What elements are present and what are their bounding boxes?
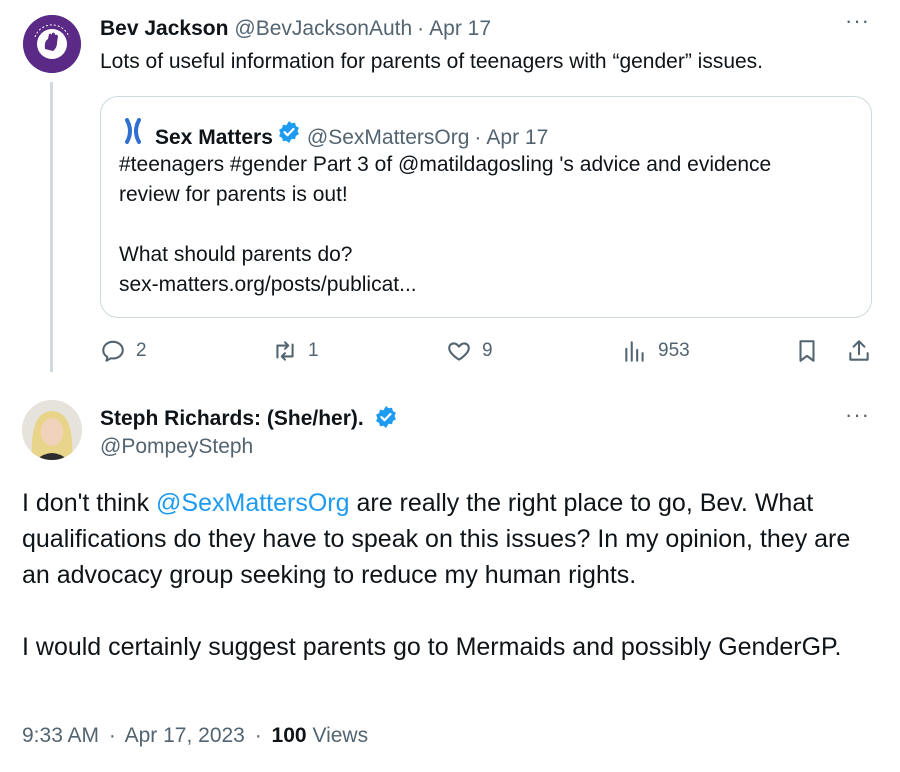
handle[interactable]: @PompeySteph xyxy=(100,435,253,459)
separator: · xyxy=(474,126,482,149)
tweet-date[interactable]: Apr 17, 2023 xyxy=(125,724,245,747)
reply-count: 2 xyxy=(136,340,147,361)
share-icon xyxy=(849,340,869,361)
analytics-icon xyxy=(625,341,644,362)
share-button[interactable] xyxy=(846,338,882,364)
bookmark-button[interactable] xyxy=(794,338,830,364)
tweet-date[interactable]: Apr 17 xyxy=(429,17,491,41)
handle: @SexMattersOrg xyxy=(306,126,470,149)
views-button[interactable]: 953 xyxy=(622,338,690,364)
display-name-row: Steph Richards: (She/her). xyxy=(100,405,404,431)
reply-paragraph-2: I would certainly suggest parents go to … xyxy=(22,633,842,661)
separator: · xyxy=(108,724,116,747)
mention-link[interactable]: @SexMattersOrg xyxy=(156,489,349,517)
reply-paragraph-1: I don't think @SexMattersOrg are really … xyxy=(22,485,882,593)
tweet-date: Apr 17 xyxy=(486,126,549,149)
quoted-tweet-header: Sex Matters @SexMattersOrg · Apr 17 xyxy=(121,118,548,150)
more-options-icon[interactable]: ··· xyxy=(845,402,870,428)
retweet-button[interactable]: 1 xyxy=(272,338,319,364)
views-label: Views xyxy=(312,724,369,747)
more-options-icon[interactable]: ··· xyxy=(845,8,870,34)
retweet-count: 1 xyxy=(308,340,319,361)
chromosome-icon xyxy=(121,118,145,144)
display-name[interactable]: Bev Jackson xyxy=(100,17,228,41)
tweet-time[interactable]: 9:33 AM xyxy=(22,724,99,747)
reply-button[interactable]: 2 xyxy=(100,338,147,364)
handle[interactable]: @BevJacksonAuth xyxy=(234,17,412,41)
profile-photo xyxy=(22,400,82,460)
retweet-icon xyxy=(276,341,294,361)
views-count: 953 xyxy=(658,340,690,361)
quoted-tweet-card[interactable]: Sex Matters @SexMattersOrg · Apr 17 #tee… xyxy=(100,96,872,318)
tweet-header: Bev Jackson @BevJacksonAuth · Apr 17 xyxy=(100,17,491,41)
heart-icon xyxy=(448,342,470,361)
thread-line xyxy=(50,82,53,372)
views-count: 100 xyxy=(271,724,307,747)
quoted-tweet-text: #teenagers #gender Part 3 of @matildagos… xyxy=(119,153,772,296)
avatar[interactable] xyxy=(23,15,81,73)
separator: · xyxy=(254,724,262,747)
separator: · xyxy=(417,17,425,40)
reply-icon xyxy=(102,340,124,362)
display-name: Sex Matters xyxy=(155,126,273,149)
tweet-meta: 9:33 AM · Apr 17, 2023 · 100 Views xyxy=(22,724,368,748)
avatar[interactable] xyxy=(22,400,82,460)
display-name[interactable]: Steph Richards: (She/her). xyxy=(100,407,364,430)
bookmark-icon xyxy=(799,340,815,362)
action-bar: 2 1 9 953 xyxy=(100,338,880,368)
like-count: 9 xyxy=(482,340,493,361)
reply-text: I don't think @SexMattersOrg are really … xyxy=(22,485,882,665)
text-segment: I don't think xyxy=(22,489,157,517)
gay-liberation-front-logo xyxy=(23,15,81,73)
tweet-text: Lots of useful information for parents o… xyxy=(100,50,764,73)
like-button[interactable]: 9 xyxy=(446,338,493,364)
verified-badge-icon xyxy=(277,120,301,144)
verified-badge-icon xyxy=(374,405,398,429)
